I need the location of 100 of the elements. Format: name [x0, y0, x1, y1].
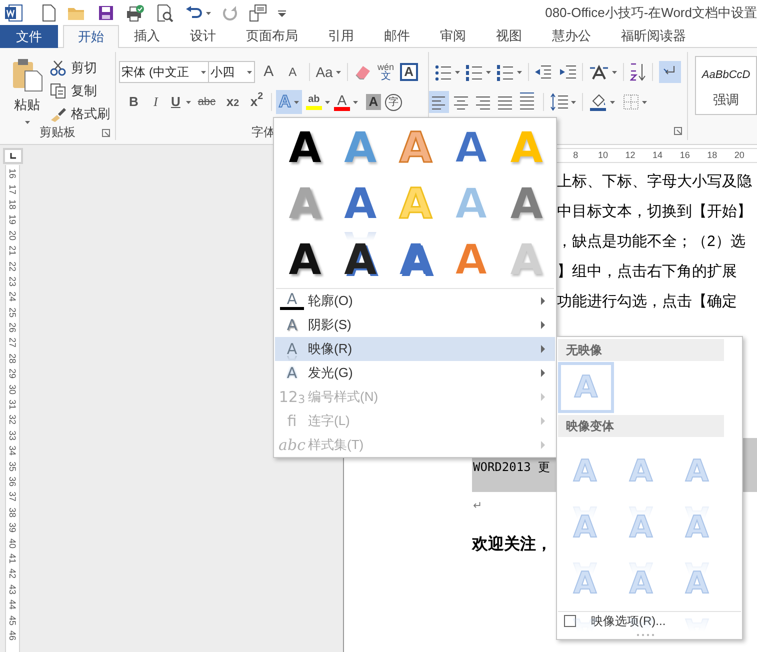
show-formatting-marks-icon[interactable] — [658, 61, 681, 83]
caret-icon[interactable] — [454, 70, 460, 74]
bold-button[interactable]: B — [124, 91, 143, 113]
caret-icon[interactable] — [570, 100, 576, 104]
ribbon-tab[interactable]: 视图 — [482, 25, 536, 47]
checkbox[interactable] — [564, 615, 576, 627]
ribbon-tab[interactable]: 福昕阅读器 — [607, 25, 700, 47]
caret-icon[interactable] — [200, 70, 206, 74]
style-gallery-item[interactable]: AaBbCcD 强调 — [695, 56, 757, 115]
caret-icon[interactable] — [324, 100, 330, 104]
cut-button[interactable]: 剪切 — [71, 58, 97, 78]
text-direction-icon[interactable] — [588, 64, 609, 80]
ribbon-tab[interactable]: 页面布局 — [232, 25, 312, 47]
file-tab[interactable]: 文件 — [0, 25, 58, 48]
reflection-options-item[interactable]: 映像选项(R)... — [558, 611, 741, 630]
eraser-icon[interactable] — [354, 63, 372, 81]
numbered-list-icon[interactable] — [466, 64, 482, 80]
bullet-list-icon[interactable] — [434, 64, 451, 80]
caret-icon[interactable] — [610, 100, 615, 104]
text-effect-style-option[interactable]: A — [277, 232, 333, 288]
caret-icon[interactable] — [246, 70, 252, 74]
italic-button[interactable]: I — [146, 91, 165, 113]
caret-icon[interactable] — [336, 70, 341, 74]
ribbon-tab[interactable]: 开始 — [63, 25, 119, 48]
subscript-button[interactable]: x$_{2}$ — [222, 91, 243, 113]
change-case-button[interactable]: Aa — [316, 61, 333, 83]
underline-button[interactable]: U — [168, 91, 183, 113]
ribbon-tab[interactable]: 插入 — [120, 25, 174, 47]
ribbon-tab[interactable]: 引用 — [314, 25, 368, 47]
word-logo-icon[interactable] — [5, 4, 23, 22]
tab-selector-button[interactable] — [3, 148, 23, 164]
menu-item-icon: A — [280, 340, 304, 358]
decrease-indent-icon[interactable] — [534, 65, 551, 79]
character-border-button[interactable]: A — [400, 63, 418, 81]
line-spacing-icon[interactable] — [550, 93, 568, 111]
borders-icon[interactable] — [622, 94, 639, 110]
ruler-number: 32 — [8, 414, 17, 425]
grow-font-button[interactable]: A — [258, 61, 279, 83]
sort-icon[interactable] — [630, 63, 646, 81]
new-document-icon[interactable] — [42, 4, 56, 22]
menu-item-icon: A — [280, 364, 304, 382]
ruler-number: 43 — [8, 584, 17, 594]
caret-icon[interactable] — [642, 100, 647, 104]
format-painter-button[interactable]: 格式刷 — [71, 104, 110, 124]
ruler-number: 33 — [8, 430, 17, 440]
menu-item-label: 阴影(S) — [308, 316, 352, 334]
style-name: 强调 — [713, 90, 740, 108]
copy-button[interactable]: 复制 — [71, 81, 97, 101]
font-size-field[interactable]: 小四 — [208, 61, 255, 83]
ruler-number: 30 — [8, 384, 17, 394]
caret-icon[interactable] — [486, 70, 491, 74]
ribbon-tab[interactable]: 设计 — [176, 25, 230, 47]
paste-button[interactable]: 粘贴 — [14, 95, 40, 114]
increase-indent-icon[interactable] — [560, 65, 576, 79]
ruler-number: 26 — [8, 322, 17, 333]
text-effect-style-option[interactable]: A — [332, 232, 388, 288]
dialog-launcher-icon[interactable] — [674, 127, 682, 135]
tab-stop-left-icon[interactable] — [10, 153, 16, 159]
scissors-icon[interactable] — [50, 60, 66, 76]
paint-bucket-icon[interactable] — [588, 93, 607, 111]
caret-icon[interactable] — [352, 100, 358, 104]
menu-item[interactable]: A 映像(R) — [275, 337, 555, 361]
ribbon-tab[interactable]: 慧办公 — [538, 25, 605, 47]
submenu-arrow-icon — [541, 345, 545, 353]
font-color-button[interactable]: A — [334, 93, 350, 111]
ribbon-tab[interactable]: 邮件 — [370, 25, 424, 47]
strikethrough-button[interactable]: abc — [194, 91, 219, 113]
font-name-field[interactable]: 宋体 (中文正 — [118, 61, 209, 83]
customize-toolbar-icon[interactable] — [278, 10, 286, 16]
character-shading-button[interactable]: A — [366, 94, 381, 110]
caret-icon[interactable] — [206, 12, 211, 14]
copy-icon[interactable] — [50, 83, 66, 99]
document-text-line: 欢迎关注， — [472, 534, 553, 554]
phonetic-guide-button[interactable]: wén 文 — [376, 62, 396, 82]
caret-icon[interactable] — [24, 120, 30, 124]
enclose-characters-button[interactable]: 字 — [384, 94, 402, 110]
text-effect-style-option[interactable]: A — [388, 232, 444, 288]
undo-icon[interactable] — [185, 6, 203, 20]
ruler-number: 31 — [8, 400, 17, 410]
caret-icon[interactable] — [612, 70, 617, 74]
paintbrush-icon[interactable] — [50, 106, 66, 122]
shrink-font-button[interactable]: A — [282, 61, 303, 83]
save-icon[interactable] — [98, 5, 114, 21]
dialog-launcher-icon[interactable] — [102, 129, 110, 137]
caret-icon[interactable] — [516, 70, 522, 74]
ruler-number: 41 — [8, 553, 17, 564]
align-left-icon[interactable] — [428, 91, 449, 113]
multilevel-list-icon[interactable] — [496, 64, 513, 80]
clipboard-icon[interactable] — [11, 58, 43, 92]
superscript-button[interactable]: x$^{2}$ — [246, 91, 267, 113]
text-effect-style-option[interactable]: A — [332, 176, 388, 232]
highlight-button[interactable]: ab — [306, 94, 322, 110]
code-text: WORD2013 更 — [473, 460, 550, 474]
caret-icon[interactable] — [186, 100, 191, 104]
text-effect-style-option[interactable]: A — [277, 120, 333, 176]
touch-mode-icon[interactable] — [249, 4, 267, 22]
text-effect-style-option[interactable]: A — [498, 176, 555, 232]
printer-check-icon[interactable] — [125, 4, 145, 22]
ribbon-tab[interactable]: 审阅 — [426, 25, 480, 47]
print-preview-icon[interactable] — [156, 4, 174, 22]
